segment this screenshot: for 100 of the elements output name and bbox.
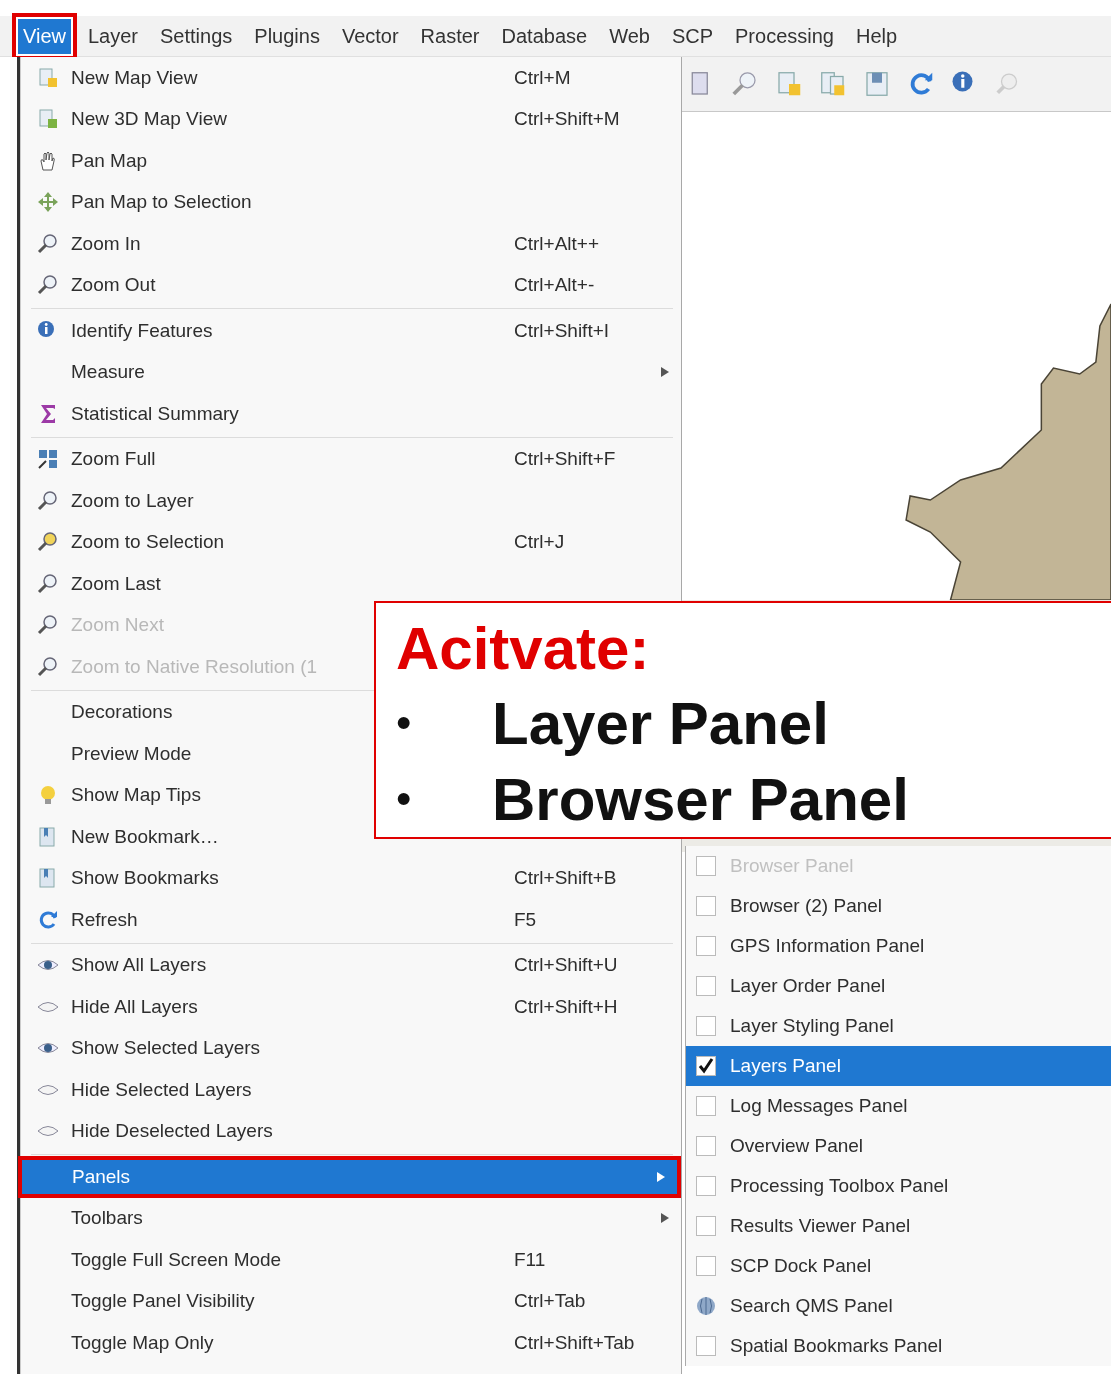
globe-icon [696, 1296, 716, 1316]
shortcut-label: F5 [514, 908, 537, 931]
menu-item[interactable]: Pan Map [21, 140, 681, 182]
menu-item[interactable]: Zoom In Ctrl+Alt++ [21, 223, 681, 265]
magnifier-icon [36, 231, 60, 256]
menu-item[interactable]: Zoom to Layer [21, 480, 681, 522]
menu-item-label: Zoom to Native Resolution (1 [71, 655, 318, 678]
shortcut-label: Ctrl+Shift+M [514, 108, 620, 131]
menu-bar-item[interactable]: SCP [660, 20, 725, 52]
menu-bar-item[interactable]: Plugins [243, 20, 331, 52]
menu-item[interactable]: Zoom to Selection Ctrl+J [21, 521, 681, 563]
menu-item[interactable]: Zoom Last [21, 563, 681, 605]
menu-item-label: Zoom Last [71, 572, 161, 595]
submenu-item-label: Search QMS Panel [730, 1295, 893, 1317]
menu-item[interactable]: Toggle Panel Visibility Ctrl+Tab [21, 1280, 681, 1322]
menu-bar-item[interactable]: Processing [724, 20, 845, 52]
menu-item-label: Pan Map to Selection [71, 191, 252, 214]
menu-bar-item[interactable]: Vector [330, 20, 410, 52]
checkbox[interactable] [696, 1176, 716, 1196]
menu-item[interactable]: Hide All Layers Ctrl+Shift+H [21, 986, 681, 1028]
menu-item[interactable]: Show Bookmarks Ctrl+Shift+B [21, 857, 681, 899]
magnifier-icon [36, 488, 60, 513]
menu-item-label: New 3D Map View [71, 108, 227, 131]
submenu-item[interactable]: Layer Styling Panel [686, 1006, 1111, 1046]
checkbox[interactable] [696, 1056, 716, 1076]
menu-bar-item[interactable]: Settings [149, 20, 244, 52]
menu-item-label: Panels [72, 1165, 131, 1188]
menu-item[interactable]: Pan Map to Selection [21, 181, 681, 223]
submenu-item[interactable]: SCP Dock Panel [686, 1246, 1111, 1286]
shortcut-label: Ctrl+Shift+I [514, 319, 610, 342]
menu-item[interactable]: Refresh F5 [21, 899, 681, 941]
checkbox[interactable] [696, 1336, 716, 1356]
submenu-item[interactable]: GPS Information Panel [686, 926, 1111, 966]
callout-title: Acitvate: [396, 614, 651, 684]
submenu-item[interactable]: Spatial Bookmarks Panel [686, 1326, 1111, 1366]
menu-item[interactable]: Toolbars [21, 1197, 681, 1239]
menu-item[interactable]: Toggle Full Screen Mode F11 [21, 1239, 681, 1281]
submenu-item-label: Layers Panel [730, 1055, 841, 1077]
submenu-item[interactable]: Browser (2) Panel [686, 886, 1111, 926]
submenu-item-label: Spatial Bookmarks Panel [730, 1335, 943, 1357]
menu-bar-item[interactable]: View [12, 12, 77, 60]
menu-item[interactable]: Statistical Summary [21, 393, 681, 435]
menu-item[interactable]: Identify Features Ctrl+Shift+I [21, 310, 681, 352]
menu-item[interactable]: Zoom Out Ctrl+Alt+- [21, 264, 681, 306]
menu-item-label: Show Selected Layers [71, 1037, 261, 1060]
submenu-item[interactable]: Layer Order Panel [686, 966, 1111, 1006]
menu-item-label: Measure [71, 361, 145, 384]
submenu-item-label: SCP Dock Panel [730, 1255, 872, 1277]
menu-item-label: New Bookmark… [71, 825, 219, 848]
checkbox[interactable] [696, 1016, 716, 1036]
menu-item-label: Zoom Full [71, 448, 156, 471]
menu-item-label: Zoom Out [71, 274, 156, 297]
menu-item-label: Zoom to Selection [71, 531, 225, 554]
menu-item-label: Toggle Map Only [71, 1331, 214, 1354]
submenu-item-label: Browser Panel [730, 855, 854, 877]
checkbox[interactable] [696, 976, 716, 996]
menu-item-label: Refresh [71, 908, 138, 931]
shortcut-label: Ctrl+Shift+Tab [514, 1331, 635, 1354]
menu-bar-item[interactable]: Help [844, 20, 909, 52]
checkbox[interactable] [696, 1096, 716, 1116]
menu-item[interactable]: Panels [18, 1156, 681, 1198]
page-icon [36, 65, 60, 90]
submenu-item[interactable]: Results Viewer Panel [686, 1206, 1111, 1246]
checkbox[interactable] [696, 896, 716, 916]
submenu-item[interactable]: Overview Panel [686, 1126, 1111, 1166]
submenu-item[interactable]: Log Messages Panel [686, 1086, 1111, 1126]
menu-item[interactable]: Hide Selected Layers [21, 1069, 681, 1111]
submenu-item[interactable]: Processing Toolbox Panel [686, 1166, 1111, 1206]
menu-bar-item[interactable]: Layer [77, 20, 150, 52]
menu-item-label: Show Bookmarks [71, 867, 219, 890]
menu-item[interactable]: Show All Layers Ctrl+Shift+U [21, 944, 681, 986]
menu-item-label: Show Map Tips [71, 784, 201, 807]
menu-item[interactable]: Hide Deselected Layers [21, 1110, 681, 1152]
shortcut-label: Ctrl+Shift+H [514, 995, 618, 1018]
submenu-item[interactable]: Search QMS Panel [686, 1286, 1111, 1326]
menu-item[interactable]: New 3D Map View Ctrl+Shift+M [21, 98, 681, 140]
submenu-item[interactable]: Layers Panel [686, 1046, 1111, 1086]
callout-item: Layer Panel [492, 688, 830, 758]
menu-item-label: Identify Features [71, 319, 213, 342]
menu-item-label: Zoom Next [71, 614, 164, 637]
checkbox[interactable] [696, 1256, 716, 1276]
menu-item-label: Show All Layers [71, 954, 207, 977]
menu-bar-item[interactable]: Web [598, 20, 661, 52]
menu-item[interactable]: Toggle Map Only Ctrl+Shift+Tab [21, 1322, 681, 1364]
menu-item[interactable]: Show Selected Layers [21, 1027, 681, 1069]
bullet: • [396, 774, 413, 824]
shortcut-label: Ctrl+Shift+B [514, 867, 617, 890]
checkbox[interactable] [696, 1136, 716, 1156]
menu-item[interactable]: Measure [21, 351, 681, 393]
menu-item-label: Statistical Summary [71, 402, 239, 425]
checkbox[interactable] [696, 936, 716, 956]
menu-item[interactable]: New Map View Ctrl+M [21, 57, 681, 99]
menu-bar-item[interactable]: Raster [409, 20, 491, 52]
menu-item[interactable]: Zoom Full Ctrl+Shift+F [21, 438, 681, 480]
callout-item: Browser Panel [492, 764, 910, 834]
menu-bar-item[interactable]: Database [490, 20, 599, 52]
menu-item-label: Toggle Full Screen Mode [71, 1248, 282, 1271]
menu-item-label: New Map View [71, 66, 198, 89]
checkbox[interactable] [696, 1216, 716, 1236]
submenu-item-label: GPS Information Panel [730, 935, 925, 957]
